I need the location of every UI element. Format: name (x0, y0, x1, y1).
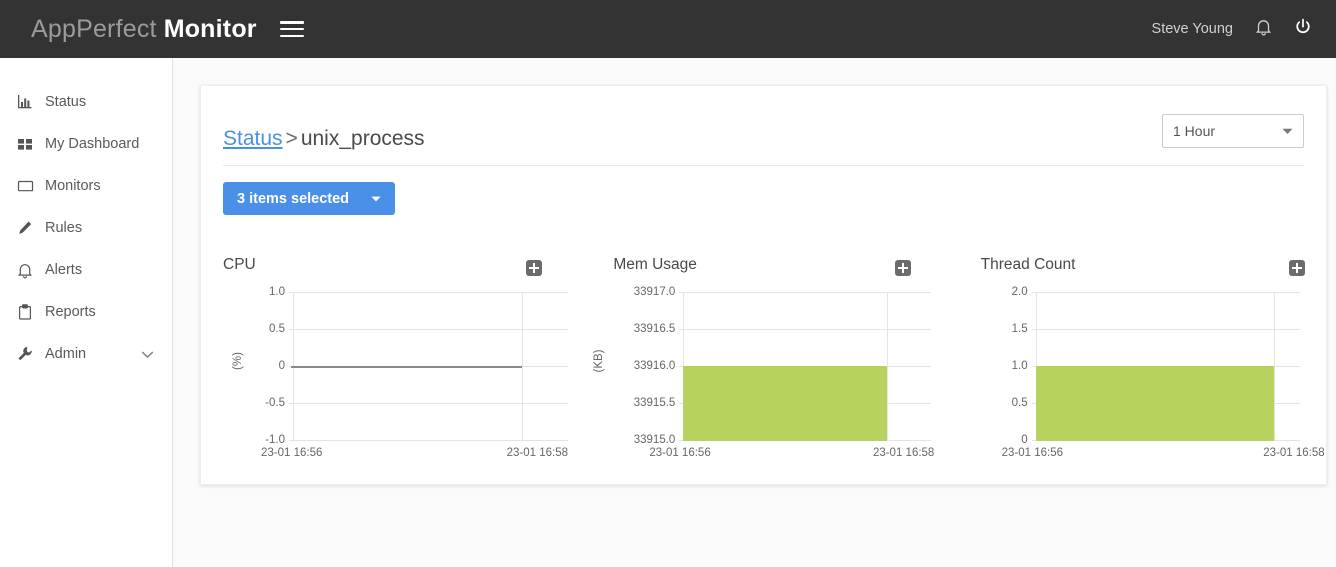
chart-gridline (887, 292, 889, 441)
chart-y-tick: 33915.5 (633, 397, 676, 409)
sidebar-item-status[interactable]: Status (0, 81, 172, 123)
chart-gridline (289, 440, 568, 441)
hamburger-bar (279, 34, 304, 37)
grid-icon (10, 136, 40, 152)
sidebar-item-label: Alerts (45, 262, 83, 278)
chart-x-tick: 23-01 16:56 (649, 447, 711, 459)
chart-cpu: CPU (%) 1.0 0.5 0 -0.5 -1.0 23-01 16:56 … (223, 256, 594, 459)
chart-y-tick: 33916.0 (633, 360, 676, 372)
plus-icon[interactable] (526, 260, 543, 276)
chart-gridline (289, 403, 568, 404)
sidebar-item-alerts[interactable]: Alerts (0, 249, 172, 291)
chart-title: CPU (223, 256, 256, 273)
chart-series-line (291, 366, 522, 368)
sidebar-item-label: Reports (45, 304, 96, 320)
chart-series-area (1035, 366, 1274, 441)
toolbar-row: 3 items selected (223, 182, 1326, 215)
app-brand: AppPerfect Monitor (31, 15, 257, 44)
chart-gridline (1031, 329, 1300, 330)
sidebar-item-admin[interactable]: Admin (0, 333, 172, 375)
plus-icon[interactable] (1288, 260, 1305, 276)
chart-y-tick: 2.0 (1011, 286, 1028, 298)
sidebar-item-reports[interactable]: Reports (0, 291, 172, 333)
user-name-label[interactable]: Steve Young (1152, 21, 1233, 37)
wrench-icon (10, 346, 40, 362)
chart-y-tick: 0.5 (1011, 397, 1028, 409)
items-selected-dropdown-button[interactable]: 3 items selected (223, 182, 396, 215)
chart-y-tick: 0 (1021, 434, 1028, 446)
plus-icon[interactable] (894, 260, 911, 276)
pencil-icon (10, 220, 40, 236)
chart-gridline (1273, 292, 1275, 441)
chart-y-tick: -1.0 (265, 434, 285, 446)
sidebar: Status My Dashboard Monitors Rules Alert… (0, 58, 173, 567)
app-header: AppPerfect Monitor Steve Young (0, 0, 1336, 58)
chart-gridline (679, 292, 932, 293)
chart-plot-area: 2.0 1.5 1.0 0.5 0 23-01 16:56 23-01 16:5… (960, 282, 1331, 459)
bell-icon[interactable] (1255, 18, 1272, 41)
chart-y-tick: 0 (278, 360, 285, 372)
chart-y-tick: 33915.0 (633, 434, 676, 446)
hamburger-icon[interactable] (279, 19, 304, 39)
chart-x-tick: 23-01 16:58 (506, 447, 568, 459)
chevron-down-icon[interactable] (141, 350, 154, 359)
chart-y-tick: 1.5 (1011, 323, 1028, 335)
sidebar-item-my-dashboard[interactable]: My Dashboard (0, 123, 172, 165)
chart-title: Mem Usage (613, 256, 697, 273)
bell-icon (10, 262, 40, 279)
power-icon[interactable] (1294, 18, 1312, 41)
brand-primary: AppPerfect (31, 14, 157, 43)
sidebar-item-label: Status (45, 94, 87, 110)
content-area: Status > unix_process 1 Hour 3 items selec… (173, 58, 1336, 567)
breadcrumb-link-status[interactable]: Status (223, 127, 283, 150)
chart-gridline (1031, 292, 1300, 293)
chart-plot-area: (%) 1.0 0.5 0 -0.5 -1.0 23-01 16:56 23-0… (223, 282, 594, 459)
chart-mem-usage: Mem Usage (KB) 33917.0 33916.5 33916.0 3… (591, 256, 962, 459)
chevron-down-icon (1282, 128, 1293, 135)
header-right-group: Steve Young (1152, 18, 1312, 41)
time-range-value: 1 Hour (1173, 123, 1216, 139)
monitor-icon (10, 178, 40, 194)
sidebar-item-label: My Dashboard (45, 136, 140, 152)
chart-plot-area: (KB) 33917.0 33916.5 33916.0 33915.5 339… (591, 282, 962, 459)
chart-gridline (289, 292, 568, 293)
chart-y-tick: -0.5 (265, 397, 285, 409)
hamburger-bar (279, 21, 304, 24)
clipboard-icon (10, 303, 40, 321)
breadcrumb: Status > unix_process (223, 127, 425, 151)
items-selected-label: 3 items selected (237, 190, 350, 207)
sidebar-item-label: Monitors (45, 178, 101, 194)
chart-gridline (679, 329, 932, 330)
chart-title: Thread Count (980, 256, 1076, 273)
sidebar-item-label: Rules (45, 220, 83, 236)
chart-y-tick: 1.0 (1011, 360, 1028, 372)
sidebar-item-monitors[interactable]: Monitors (0, 165, 172, 207)
sidebar-item-rules[interactable]: Rules (0, 207, 172, 249)
status-card: Status > unix_process 1 Hour 3 items selec… (200, 85, 1327, 485)
chart-gridline (289, 329, 568, 330)
breadcrumb-separator: > (285, 127, 298, 150)
chart-y-tick: 33916.5 (633, 323, 676, 335)
charts-row: CPU (%) 1.0 0.5 0 -0.5 -1.0 23-01 16:56 … (201, 256, 1331, 459)
chart-series-area (683, 366, 888, 441)
hamburger-bar (279, 27, 304, 31)
chart-y-tick: 0.5 (269, 323, 285, 335)
chart-y-tick: 33917.0 (633, 286, 676, 298)
time-range-select[interactable]: 1 Hour (1162, 114, 1304, 148)
breadcrumb-row: Status > unix_process 1 Hour (223, 86, 1304, 166)
breadcrumb-current: unix_process (300, 127, 425, 150)
bar-chart-icon (10, 94, 40, 110)
brand-secondary: Monitor (163, 14, 257, 43)
caret-down-icon (371, 196, 381, 202)
chart-y-tick: 1.0 (269, 286, 285, 298)
chart-x-tick: 23-01 16:56 (1001, 447, 1064, 459)
chart-gridline (522, 292, 523, 441)
chart-x-tick: 23-01 16:56 (261, 447, 323, 459)
chart-x-tick: 23-01 16:58 (872, 447, 935, 459)
chart-thread-count: Thread Count 2.0 1.5 1.0 0.5 0 23-01 16:… (960, 256, 1331, 459)
chart-x-tick: 23-01 16:58 (1263, 447, 1325, 459)
sidebar-item-label: Admin (45, 346, 87, 362)
